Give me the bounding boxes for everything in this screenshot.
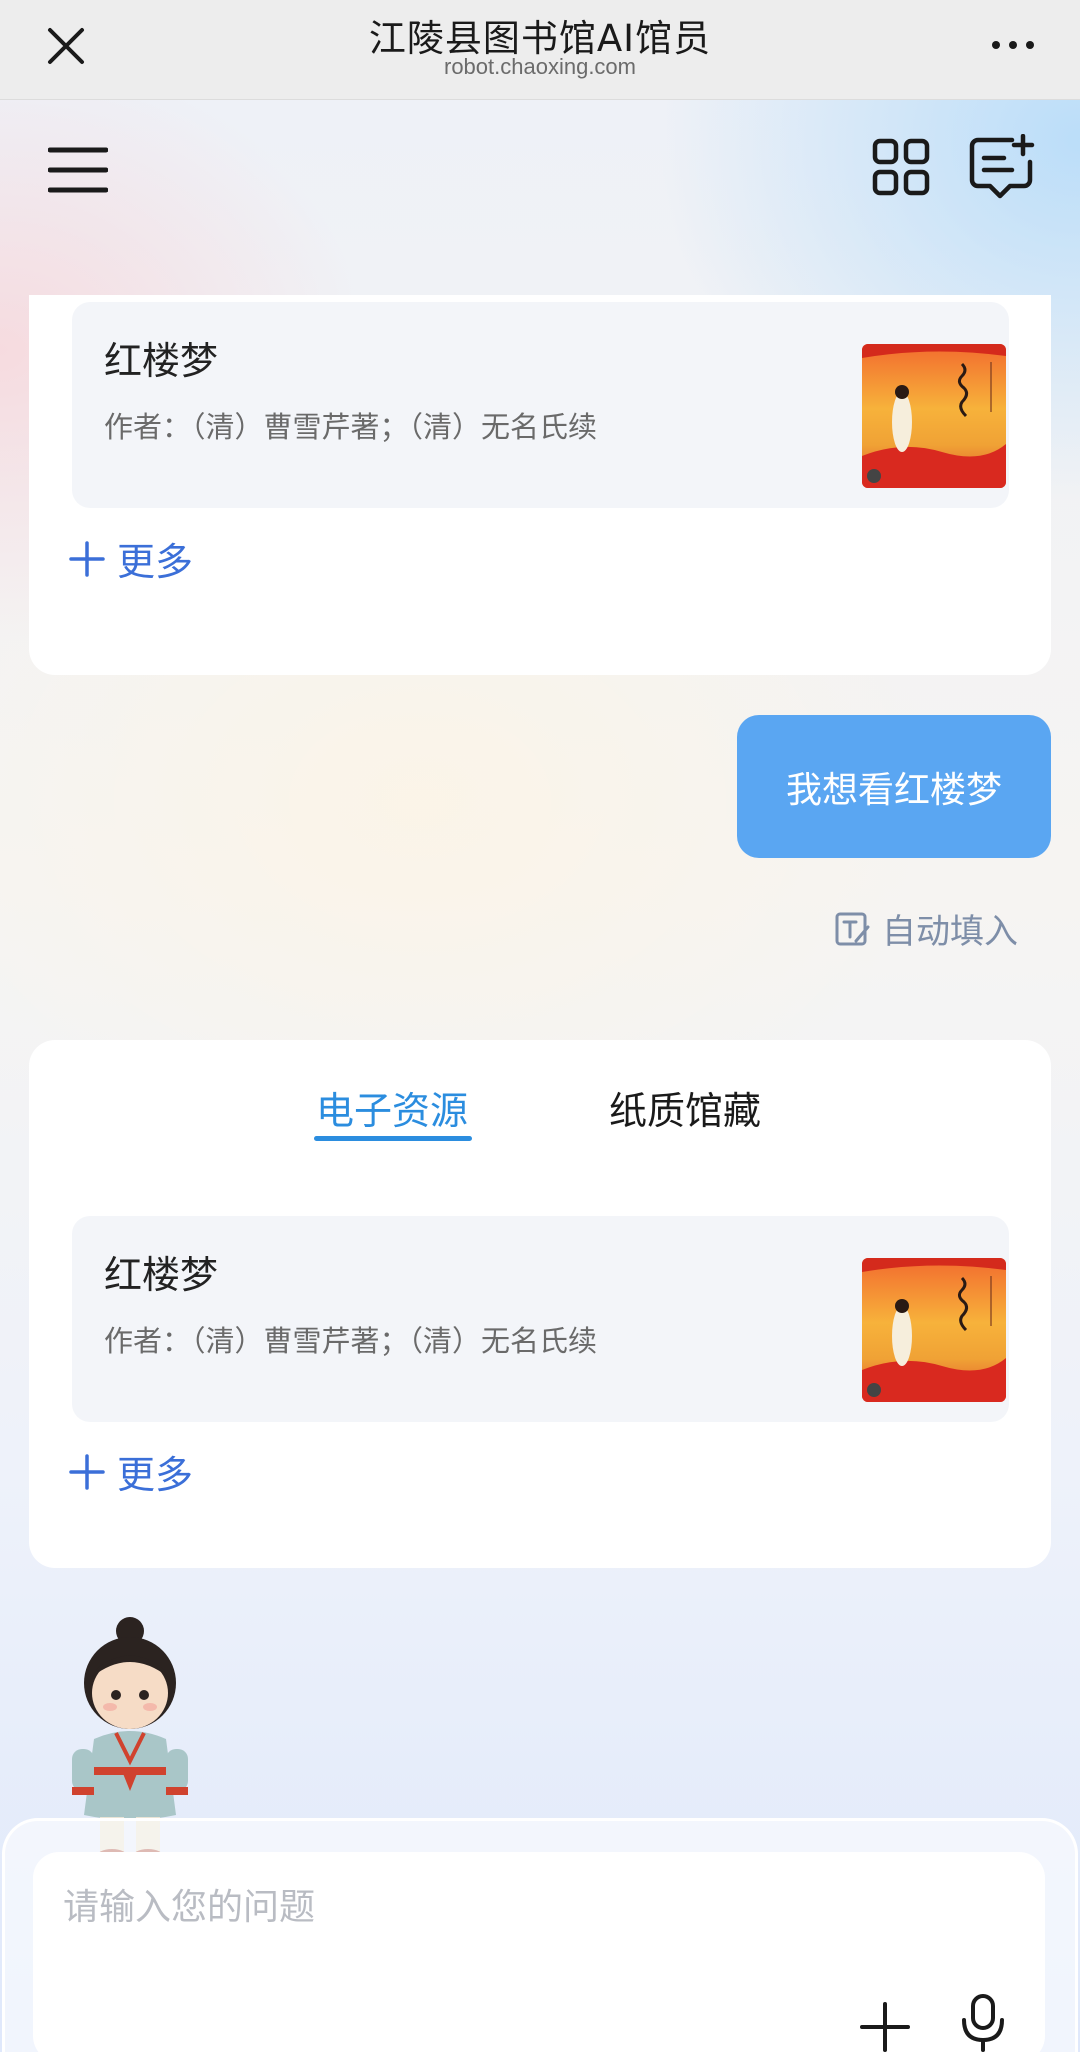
book-cover (862, 344, 1006, 488)
book-item[interactable]: 红楼梦 作者：（清）曹雪芹著；（清）无名氏续 (72, 1216, 1009, 1422)
tab-paper-collection[interactable]: 纸质馆藏 (609, 1080, 761, 1135)
page-url: robot.chaoxing.com (444, 54, 636, 79)
book-title: 红楼梦 (104, 1253, 219, 1297)
plus-icon (69, 1453, 105, 1490)
new-chat-icon[interactable] (968, 134, 1036, 202)
book-author: 作者：（清）曹雪芹著；（清）无名氏续 (104, 1324, 598, 1358)
book-cover (862, 1258, 1006, 1402)
user-message-bubble: 我想看红楼梦 (737, 715, 1051, 858)
menu-icon[interactable] (48, 140, 108, 200)
chat-page: 红楼梦 作者：（清）曹雪芹著；（清）无名氏续 更多 我想看红楼梦 自动填入 电子… (0, 100, 1080, 2052)
result-card: 电子资源 纸质馆藏 红楼梦 作者：（清）曹雪芹著；（清）无名氏续 更多 (29, 1040, 1051, 1568)
more-label: 更多 (117, 540, 194, 584)
tab-electronic-resources[interactable]: 电子资源 (316, 1080, 468, 1135)
grid-icon[interactable] (872, 138, 930, 196)
edit-icon (835, 912, 870, 945)
user-message-text: 我想看红楼梦 (785, 769, 1002, 811)
more-button[interactable]: 更多 (69, 1444, 193, 1499)
book-item[interactable]: 红楼梦 作者：（清）曹雪芹著；（清）无名氏续 (72, 302, 1009, 508)
autofill-label: 自动填入 (882, 912, 1018, 952)
more-button[interactable]: 更多 (69, 531, 193, 586)
autofill-button[interactable]: 自动填入 (834, 904, 1018, 953)
book-title: 红楼梦 (104, 339, 219, 383)
result-card: 红楼梦 作者：（清）曹雪芹著；（清）无名氏续 更多 (29, 295, 1051, 675)
browser-top-bar: 江陵县图书馆AI馆员 robot.chaoxing.com (0, 0, 1080, 100)
plus-icon (69, 540, 105, 577)
input-placeholder: 请输入您的问题 (63, 1887, 316, 1928)
book-author: 作者：（清）曹雪芹著；（清）无名氏续 (104, 410, 598, 444)
tab-active-indicator (314, 1136, 472, 1141)
plus-icon[interactable] (858, 2000, 912, 2052)
more-label: 更多 (117, 1453, 194, 1497)
more-dots-icon[interactable] (988, 30, 1038, 60)
microphone-icon[interactable] (958, 1992, 1008, 2052)
app-header (0, 100, 1080, 290)
